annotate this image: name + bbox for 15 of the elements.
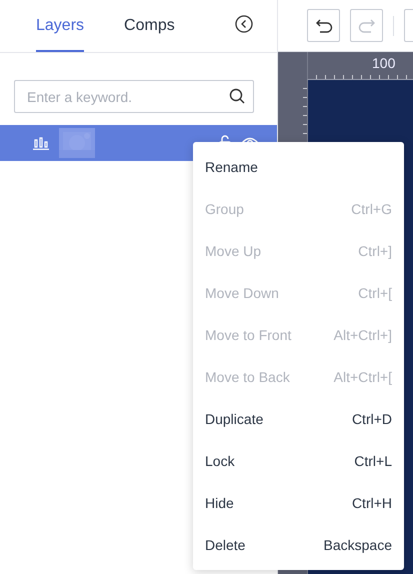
collapse-icon[interactable] bbox=[235, 15, 253, 33]
panel-tab[interactable]: Layers bbox=[36, 0, 84, 52]
search-icon[interactable] bbox=[229, 88, 245, 104]
panel-tab[interactable]: Comps bbox=[124, 0, 175, 52]
undo-button[interactable] bbox=[307, 9, 340, 42]
menu-item[interactable]: Duplicate Ctrl+D bbox=[193, 398, 404, 440]
menu-item[interactable]: Rename bbox=[193, 146, 404, 188]
menu-item[interactable]: Lock Ctrl+L bbox=[193, 440, 404, 482]
redo-icon bbox=[358, 18, 376, 34]
bar-chart-icon bbox=[33, 136, 49, 150]
menu-item[interactable]: Hide Ctrl+H bbox=[193, 482, 404, 524]
search-field[interactable]: Enter a keyword. bbox=[14, 80, 254, 113]
undo-icon bbox=[314, 18, 332, 34]
ruler-label: 100 bbox=[372, 55, 396, 71]
menu-item[interactable]: Delete Backspace bbox=[193, 524, 404, 566]
